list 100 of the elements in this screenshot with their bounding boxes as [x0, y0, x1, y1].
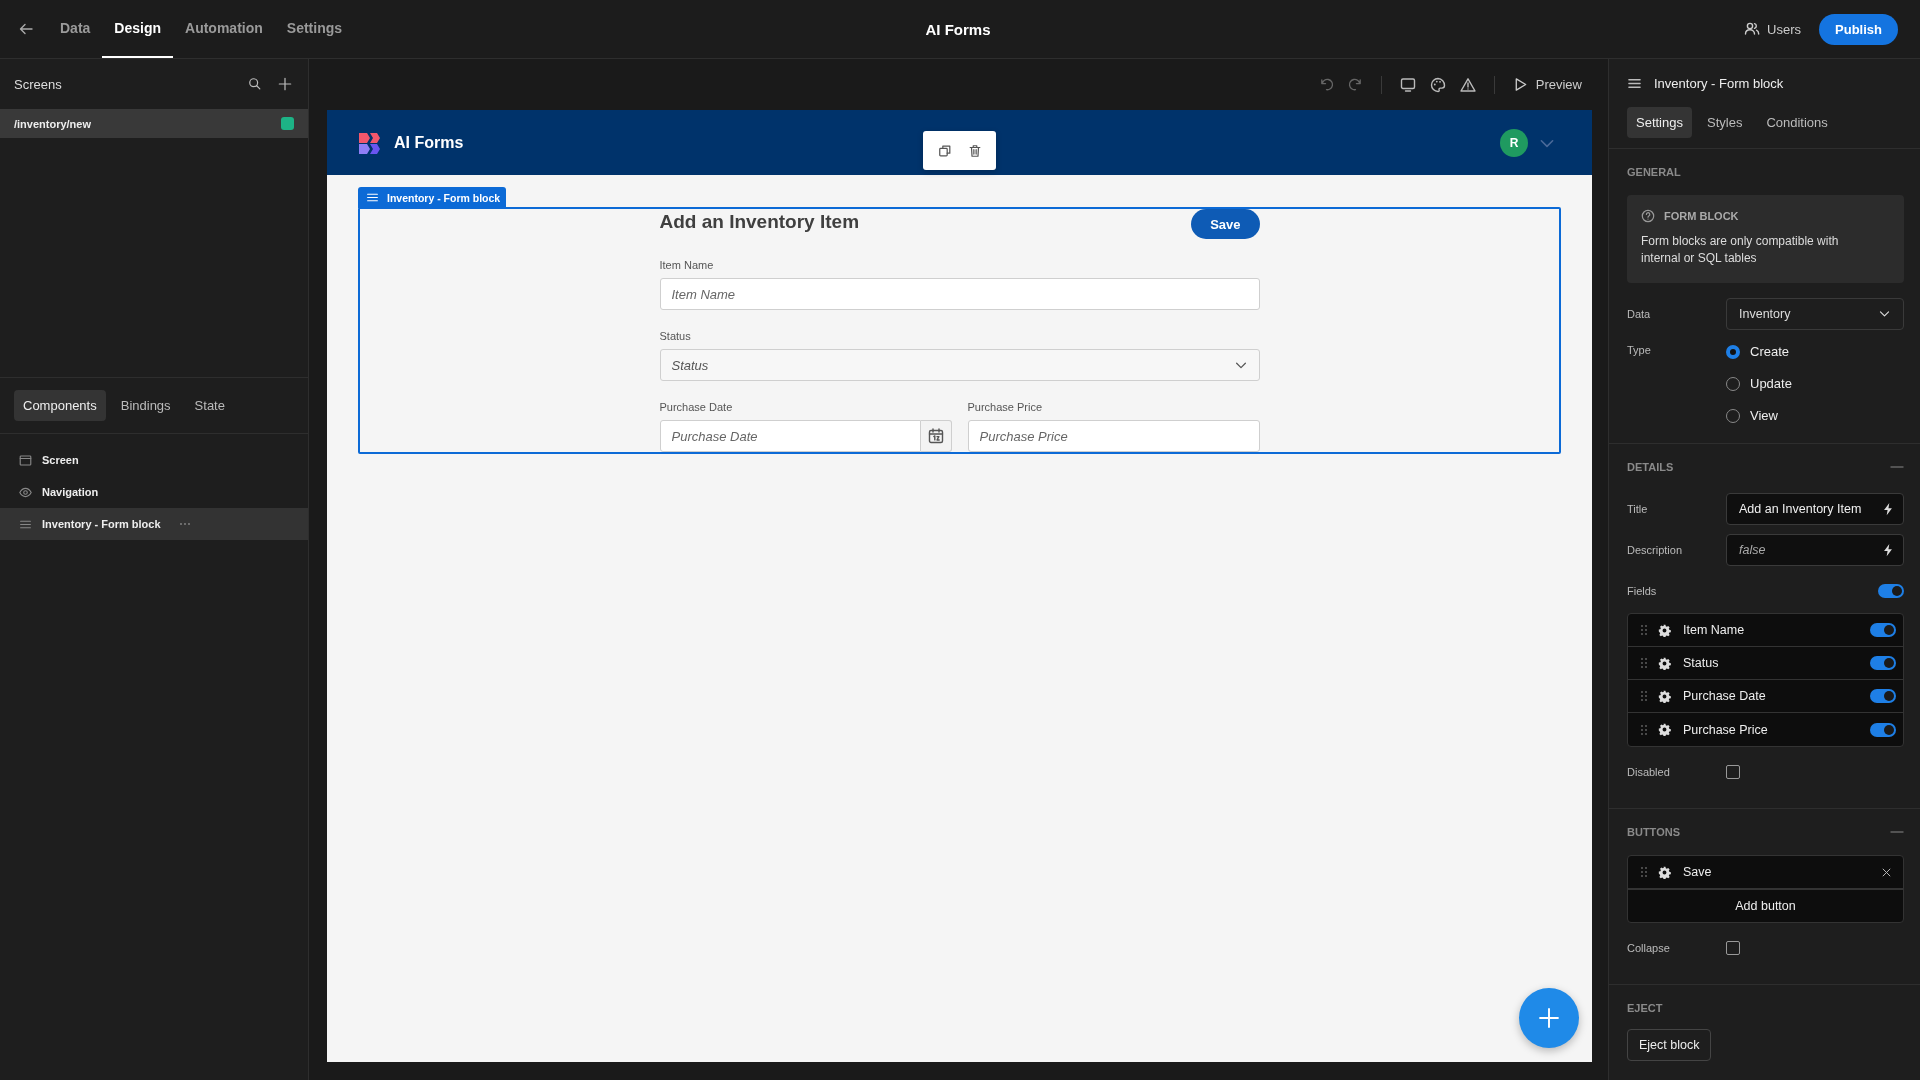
panel-tab[interactable]: Conditions	[1757, 107, 1837, 138]
nav-tab[interactable]: Data	[48, 0, 103, 58]
app-title: AI Forms	[925, 20, 991, 38]
title-field[interactable]: Add an Inventory Item	[1726, 492, 1904, 525]
plus-icon[interactable]	[278, 77, 292, 91]
panel-title: Inventory - Form block	[1654, 75, 1784, 91]
eye-icon	[19, 485, 32, 499]
section-heading: DETAILS	[1627, 461, 1674, 473]
tree-item[interactable]: Navigation	[0, 476, 308, 508]
section-heading: EJECT	[1627, 1002, 1663, 1014]
radio-option[interactable]: View	[1726, 408, 1904, 423]
route-item[interactable]: /inventory/new	[0, 109, 308, 138]
radio-option[interactable]: Update	[1726, 376, 1904, 391]
lightning-icon[interactable]	[1881, 501, 1895, 516]
field-label: Purchase Date	[659, 401, 734, 413]
section-heading: GENERAL	[1627, 166, 1681, 178]
settings-icon[interactable]	[1658, 656, 1671, 670]
tree-item[interactable]: Inventory - Form block	[0, 508, 308, 540]
redo-icon[interactable]	[1347, 77, 1363, 92]
settings-icon[interactable]	[1658, 623, 1671, 637]
window-icon	[19, 453, 32, 467]
nav-tab[interactable]: Automation	[173, 0, 275, 58]
drag-handle-icon[interactable]	[1640, 723, 1648, 736]
menu-icon	[366, 191, 379, 204]
field-label: Data	[1627, 307, 1652, 320]
back-icon[interactable]	[18, 21, 34, 37]
button-name: Save	[1683, 865, 1713, 879]
field-label: Item Name	[659, 259, 715, 271]
input-field[interactable]: Item Name	[659, 278, 1260, 310]
field-label: Disabled	[1627, 765, 1671, 778]
lightning-icon[interactable]	[1881, 542, 1895, 557]
field-label: Description	[1627, 543, 1684, 556]
screen-path: /inventory/new	[14, 117, 92, 130]
settings-icon[interactable]	[1658, 689, 1671, 703]
panel-tab[interactable]: Bindings	[111, 390, 180, 421]
checkbox[interactable]	[1726, 940, 1740, 955]
field-label: Status	[659, 330, 692, 342]
info-text: Form blocks are only compatible with internal or SQL tables	[1641, 233, 1840, 267]
field-label: Fields	[1627, 584, 1658, 597]
toggle-switch[interactable]	[1870, 656, 1896, 670]
add-button[interactable]	[1519, 988, 1579, 1048]
search-icon[interactable]	[248, 77, 262, 91]
publish-button[interactable]: Publish	[1819, 13, 1898, 45]
description-field[interactable]: false	[1726, 533, 1904, 566]
users-icon	[1744, 21, 1761, 37]
calendar-button[interactable]	[920, 420, 952, 452]
avatar[interactable]: R	[1500, 128, 1528, 157]
toggle-switch[interactable]	[1870, 623, 1896, 637]
drag-handle-icon[interactable]	[1640, 624, 1648, 636]
field-name: Item Name	[1683, 623, 1746, 637]
section-heading: BUTTONS	[1627, 826, 1680, 838]
field-name: Purchase Price	[1683, 722, 1769, 737]
monitor-icon[interactable]	[1399, 76, 1416, 93]
field-name: Purchase Date	[1683, 689, 1767, 703]
field-name: Status	[1683, 656, 1720, 670]
date-field[interactable]: Purchase Date	[659, 420, 921, 452]
info-title: FORM BLOCK	[1664, 210, 1739, 222]
warning-icon[interactable]	[1459, 76, 1476, 93]
toggle-switch[interactable]	[1870, 722, 1896, 737]
select-field[interactable]: Status	[659, 349, 1260, 381]
preview-button[interactable]: Preview	[1512, 77, 1582, 92]
drag-handle-icon[interactable]	[1640, 657, 1648, 669]
tree-item[interactable]: Screen	[0, 444, 308, 476]
logo-icon	[358, 130, 382, 155]
save-button[interactable]: Save	[1191, 209, 1260, 239]
field-label: Collapse	[1627, 941, 1671, 954]
app-title: AI Forms	[394, 133, 464, 152]
input-field[interactable]: Purchase Price	[967, 420, 1260, 452]
plus-icon	[1538, 1007, 1560, 1029]
panel-tab[interactable]: Styles	[1698, 107, 1752, 138]
toggle-switch[interactable]	[1878, 583, 1904, 598]
radio-option[interactable]: Create	[1726, 344, 1904, 359]
nav-tab[interactable]: Settings	[274, 0, 355, 58]
field-label: Type	[1627, 343, 1652, 356]
settings-icon[interactable]	[1658, 723, 1671, 736]
more-icon[interactable]	[178, 521, 191, 527]
panel-tab[interactable]: State	[185, 390, 234, 421]
form-title: Add an Inventory Item	[659, 211, 860, 233]
panel-tab[interactable]: Components	[14, 390, 106, 421]
help-icon	[1641, 209, 1655, 223]
duplicate-icon[interactable]	[937, 143, 952, 158]
calendar-icon	[927, 428, 944, 444]
delete-icon[interactable]	[967, 143, 982, 158]
field-label: Title	[1627, 502, 1649, 515]
drag-handle-icon[interactable]	[1640, 866, 1648, 878]
toggle-switch[interactable]	[1870, 689, 1896, 703]
panel-title: Screens	[14, 76, 62, 92]
eject-button[interactable]: Eject block	[1627, 1029, 1712, 1061]
add-button[interactable]: Add button	[1628, 889, 1903, 922]
undo-icon[interactable]	[1318, 77, 1334, 92]
drag-handle-icon[interactable]	[1640, 690, 1648, 702]
close-icon[interactable]	[1881, 866, 1892, 878]
users-button[interactable]: Users	[1744, 21, 1802, 37]
panel-tab[interactable]: Settings	[1627, 107, 1692, 138]
block-label[interactable]: Inventory - Form block	[358, 187, 507, 208]
palette-icon[interactable]	[1429, 76, 1446, 93]
settings-icon[interactable]	[1658, 865, 1671, 879]
data-dropdown[interactable]: Inventory	[1726, 297, 1904, 330]
checkbox[interactable]	[1726, 764, 1740, 779]
field-label: Purchase Price	[967, 401, 1044, 413]
